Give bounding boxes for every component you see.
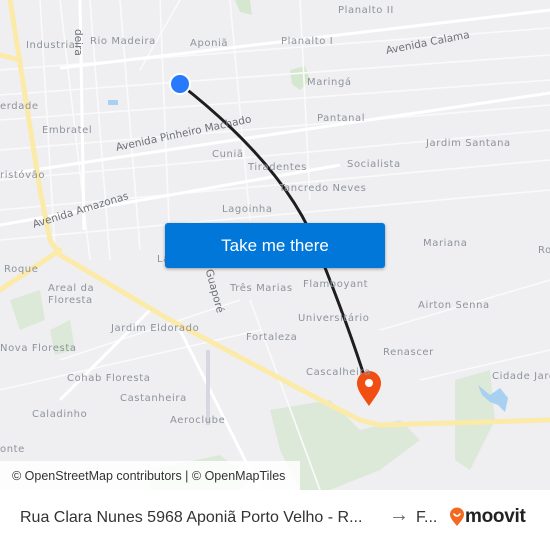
neighborhood-label: Planalto I bbox=[281, 36, 334, 47]
arrow-right-icon: → bbox=[389, 504, 409, 526]
neighborhood-label: Rio Madeira bbox=[90, 36, 156, 47]
airstrip bbox=[206, 350, 210, 425]
neighborhood-label: Tancredo Neves bbox=[279, 183, 367, 194]
neighborhood-label: onte bbox=[0, 444, 25, 455]
origin-marker[interactable] bbox=[171, 75, 189, 93]
neighborhood-label: ristóvão bbox=[0, 170, 46, 181]
route-destination-text: F... bbox=[416, 509, 438, 526]
neighborhood-label: Embratel bbox=[42, 125, 93, 136]
road-label: deira bbox=[72, 29, 84, 56]
neighborhood-label: Airton Senna bbox=[418, 300, 490, 311]
moovit-logo[interactable]: moovit bbox=[449, 506, 526, 528]
neighborhood-label: Fortaleza bbox=[246, 332, 298, 343]
neighborhood-label: Renascer bbox=[383, 347, 434, 358]
neighborhood-label: Planalto II bbox=[338, 5, 394, 16]
neighborhood-label: Aeroclube bbox=[170, 415, 226, 426]
neighborhood-label: Tiradentes bbox=[248, 162, 307, 173]
neighborhood-label: Industrial bbox=[26, 40, 79, 51]
neighborhood-label: Nova Floresta bbox=[0, 343, 77, 354]
map[interactable]: Industrial Rio Madeira Aponiã Planalto II Pl… bbox=[0, 0, 550, 490]
neighborhood-label: Mariana bbox=[423, 238, 468, 249]
park-area bbox=[235, 0, 252, 15]
neighborhood-label: Cascalheira bbox=[306, 367, 371, 378]
water-pond bbox=[108, 100, 118, 105]
neighborhood-label: Flamboyant bbox=[303, 279, 369, 290]
neighborhood-label: Pantanal bbox=[317, 113, 366, 124]
neighborhood-label: Três Marias bbox=[230, 283, 293, 294]
neighborhood-label: Cidade Jard bbox=[492, 371, 550, 382]
neighborhood-label: Castanheira bbox=[120, 393, 187, 404]
park-area bbox=[10, 290, 45, 330]
neighborhood-label: Floresta bbox=[48, 295, 93, 306]
map-attribution[interactable]: © OpenStreetMap contributors | © OpenMap… bbox=[0, 461, 300, 490]
neighborhood-label: Aponiã bbox=[190, 38, 229, 49]
neighborhood-label: Lagoinha bbox=[222, 204, 273, 215]
neighborhood-label: Jardim Eldorado bbox=[111, 323, 200, 334]
neighborhood-label: Caladinho bbox=[32, 409, 88, 420]
neighborhood-label: Universitário bbox=[298, 313, 370, 324]
neighborhood-label: Maringá bbox=[307, 77, 352, 88]
moovit-pin-icon bbox=[450, 507, 464, 526]
neighborhood-label: Ro bbox=[538, 245, 550, 256]
neighborhood-label: Socialista bbox=[347, 159, 401, 170]
route-origin-text: Rua Clara Nunes 5968 Aponiã Porto Velho … bbox=[20, 509, 363, 526]
neighborhood-label: Cuniã bbox=[212, 149, 244, 160]
moovit-wordmark: moovit bbox=[465, 506, 526, 527]
take-me-there-button[interactable]: Take me there bbox=[165, 223, 385, 268]
neighborhood-label: Jardim Santana bbox=[426, 138, 511, 149]
neighborhood-label: Cohab Floresta bbox=[67, 373, 151, 384]
neighborhood-label: Roque bbox=[4, 264, 39, 275]
neighborhood-label: erdade bbox=[0, 101, 39, 112]
neighborhood-label: Areal da bbox=[48, 283, 95, 294]
footer-bar: Rua Clara Nunes 5968 Aponiã Porto Velho … bbox=[0, 490, 550, 550]
